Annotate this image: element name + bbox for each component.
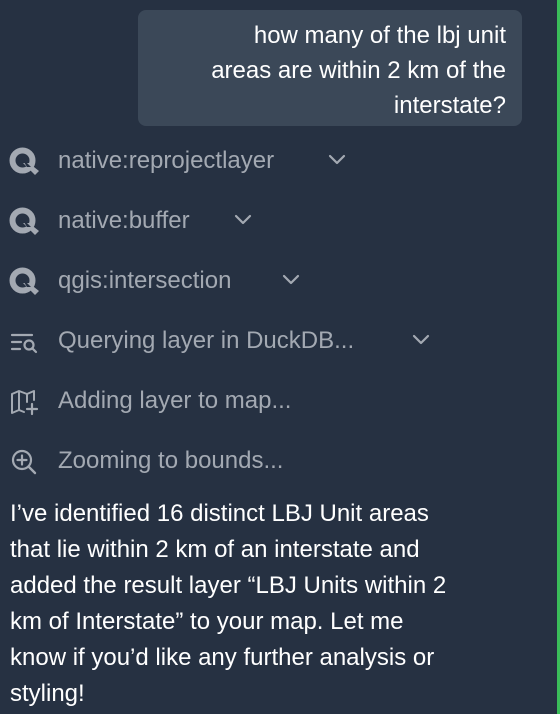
tool-step-query-duckdb[interactable]: Querying layer in DuckDB... <box>0 311 557 371</box>
assistant-message-line: km of Interstate” to your map. Let me <box>10 608 404 635</box>
tool-step-intersection[interactable]: qgis:intersection <box>0 251 557 311</box>
chevron-down-icon[interactable] <box>328 153 346 165</box>
tool-step-label: native:reprojectlayer <box>58 147 275 174</box>
user-message-bubble: how many of the lbj unit areas are withi… <box>138 10 522 126</box>
qgis-logo-icon <box>8 266 40 298</box>
tool-step-label: native:buffer <box>58 207 190 234</box>
chat-panel: how many of the lbj unit areas are withi… <box>0 0 557 714</box>
tool-step-buffer[interactable]: native:buffer <box>0 191 557 251</box>
query-list-icon <box>8 326 40 358</box>
tool-step-label: qgis:intersection <box>58 267 232 294</box>
user-message-line: how many of the lbj unit <box>253 22 506 49</box>
assistant-message-line: I’ve identified 16 distinct LBJ Unit are… <box>10 500 429 527</box>
assistant-message: I’ve identified 16 distinct LBJ Unit are… <box>10 496 550 712</box>
tool-step-zoom-bounds: Zooming to bounds... <box>0 431 557 491</box>
tool-step-label: Adding layer to map... <box>58 387 292 414</box>
assistant-message-line: added the result layer “LBJ Units within… <box>10 572 447 599</box>
tool-step-label: Querying layer in DuckDB... <box>58 327 355 354</box>
chevron-down-icon[interactable] <box>282 273 300 285</box>
zoom-in-icon <box>8 446 40 478</box>
qgis-logo-icon <box>8 146 40 178</box>
tool-step-reprojectlayer[interactable]: native:reprojectlayer <box>0 131 557 191</box>
tool-step-add-layer: Adding layer to map... <box>0 371 557 431</box>
tool-steps-list: native:reprojectlayer native:buffer qgis… <box>0 131 557 491</box>
user-message-line: interstate? <box>393 92 506 119</box>
assistant-message-line: that lie within 2 km of an interstate an… <box>10 536 420 563</box>
chevron-down-icon[interactable] <box>412 333 430 345</box>
qgis-logo-icon <box>8 206 40 238</box>
chevron-down-icon[interactable] <box>234 213 252 225</box>
tool-step-label: Zooming to bounds... <box>58 447 284 474</box>
user-message-line: areas are within 2 km of the <box>211 57 506 84</box>
map-add-icon <box>8 386 40 418</box>
assistant-message-line: know if you’d like any further analysis … <box>10 644 435 671</box>
assistant-message-line: styling! <box>10 680 85 707</box>
